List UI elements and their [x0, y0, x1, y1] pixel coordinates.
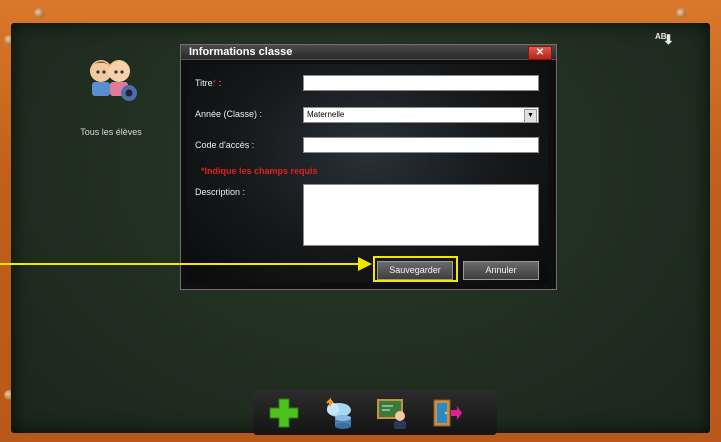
dialog-body: Titre* : Année (Classe) : Maternelle ▼ C… [187, 64, 548, 283]
cancel-button[interactable]: Annuler [463, 261, 539, 280]
titre-label-suffix: : [216, 78, 222, 88]
titre-input[interactable] [303, 75, 539, 91]
annotation-arrow-head [358, 257, 372, 271]
annotation-arrow-line [0, 263, 365, 265]
code-label: Code d'accès : [195, 140, 255, 150]
save-highlight-box [373, 256, 458, 282]
annee-select[interactable]: Maternelle ▼ [303, 107, 539, 123]
screw-icon [34, 8, 44, 18]
add-plus-icon[interactable] [267, 396, 301, 430]
annee-select-value: Maternelle [307, 110, 345, 119]
sort-arrow: ⬇ [663, 32, 674, 47]
cloud-upload-icon[interactable] [321, 396, 355, 430]
dialog-title: Informations classe [181, 45, 556, 60]
close-button[interactable]: ✕ [528, 46, 552, 60]
titre-label: Titre* : [195, 78, 221, 88]
class-item-all-students[interactable]: Tous les élèves [61, 55, 161, 137]
annee-label: Année (Classe) : [195, 109, 263, 119]
exit-door-icon[interactable] [429, 396, 463, 430]
description-label: Description : [195, 187, 246, 197]
bottom-toolbar [253, 390, 497, 435]
teacher-board-icon[interactable] [375, 396, 409, 430]
required-hint: *Indique les champs requis [201, 166, 318, 176]
chevron-down-icon[interactable]: ▼ [524, 109, 537, 123]
code-input[interactable] [303, 137, 539, 153]
class-label: Tous les élèves [80, 127, 142, 137]
screw-icon [676, 8, 686, 18]
titre-label-text: Titre [195, 78, 213, 88]
class-info-dialog: Informations classe ✕ Titre* : Année (Cl… [180, 44, 557, 290]
students-group-icon [90, 60, 137, 101]
sort-alphabetical-icon[interactable]: AB ⬇ [655, 32, 674, 51]
description-textarea[interactable] [303, 184, 539, 246]
